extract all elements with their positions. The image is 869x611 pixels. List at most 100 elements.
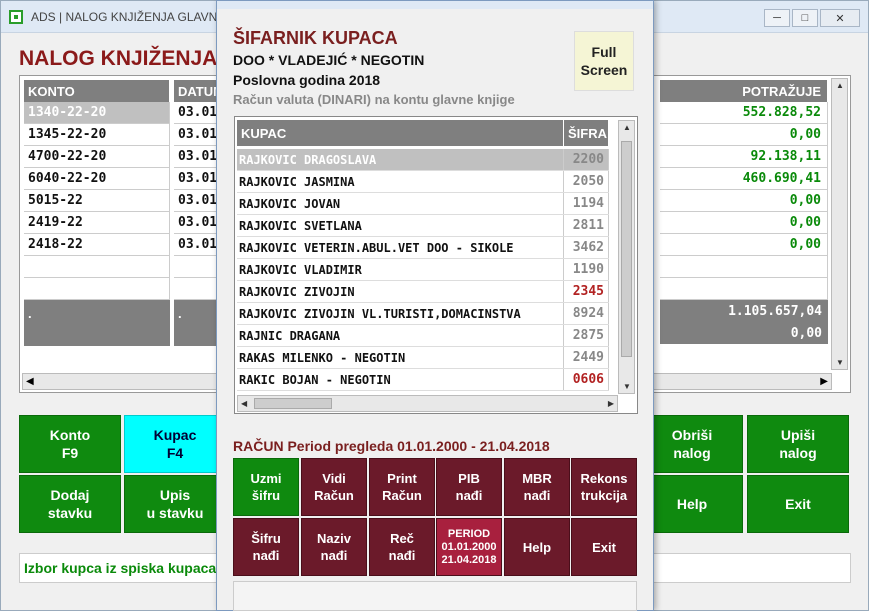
- dialog-help-button[interactable]: Help: [504, 518, 570, 576]
- customer-code: 3462: [564, 237, 609, 258]
- table-cell[interactable]: 0,00: [660, 234, 828, 256]
- list-item[interactable]: RAJKOVIC DRAGOSLAVA 2200: [237, 149, 609, 171]
- empty-row[interactable]: [24, 256, 170, 278]
- scroll-left-icon[interactable]: ◀: [241, 399, 247, 408]
- dodaj-stavku-button[interactable]: Dodaj stavku: [19, 475, 121, 533]
- kupac-header[interactable]: KUPAC: [237, 120, 564, 146]
- dialog-title: ŠIFARNIK KUPACA: [233, 28, 398, 48]
- table-row[interactable]: 1340-22-20: [24, 102, 170, 124]
- customer-code: 2875: [564, 325, 609, 346]
- customer-code: 2050: [564, 171, 609, 192]
- list-item[interactable]: RAKAS MILENKO - NEGOTIN 2449: [237, 347, 609, 369]
- empty-row[interactable]: [660, 278, 828, 300]
- minimize-icon[interactable]: ─: [764, 9, 790, 27]
- upisi-nalog-button[interactable]: Upiši nalog: [747, 415, 849, 473]
- full-screen-button[interactable]: Full Screen: [574, 31, 634, 91]
- list-item[interactable]: RAJNIC DRAGANA 2875: [237, 325, 609, 347]
- dialog-exit-button[interactable]: Exit: [571, 518, 637, 576]
- customer-code: 1190: [564, 259, 609, 280]
- scroll-up-icon[interactable]: ▲: [836, 81, 844, 90]
- upis-stavku-button[interactable]: Upis u stavku: [124, 475, 226, 533]
- customer-code: 2811: [564, 215, 609, 236]
- dialog-title-bar: [217, 1, 653, 9]
- print-racun-button[interactable]: Print Račun: [369, 458, 435, 516]
- window-controls: ─ □ ✕: [764, 9, 860, 27]
- customer-name: RAKIC BOJAN - NEGOTIN: [237, 369, 564, 390]
- customer-name: RAJKOVIC SVETLANA: [237, 215, 564, 236]
- table-cell[interactable]: 0,00: [660, 124, 828, 146]
- list-item[interactable]: RAJKOVIC VLADIMIR 1190: [237, 259, 609, 281]
- list-item[interactable]: RAJKOVIC SVETLANA 2811: [237, 215, 609, 237]
- customer-code: 1194: [564, 193, 609, 214]
- mbr-nadji-button[interactable]: MBR nađi: [504, 458, 570, 516]
- rec-nadji-button[interactable]: Reč nađi: [369, 518, 435, 576]
- customer-name: RAJKOVIC JOVAN: [237, 193, 564, 214]
- sifru-nadji-button[interactable]: Šifru nađi: [233, 518, 299, 576]
- table-row[interactable]: 2419-22: [24, 212, 170, 234]
- list-item[interactable]: RAJKOVIC VETERIN.ABUL.VET DOO - SIKOLE 3…: [237, 237, 609, 259]
- close-icon[interactable]: ✕: [820, 9, 860, 27]
- vidi-racun-button[interactable]: Vidi Račun: [301, 458, 367, 516]
- scroll-down-icon[interactable]: ▼: [836, 358, 844, 367]
- potrazuje-column: POTRAŽUJE 552.828,52 0,00 92.138,11 460.…: [660, 80, 828, 344]
- customer-code: 8924: [564, 303, 609, 324]
- list-horizontal-scrollbar[interactable]: ◀ ▶: [237, 395, 618, 412]
- fiscal-year: Poslovna godina 2018: [233, 72, 381, 88]
- page-title: NALOG KNJIŽENJA: [19, 47, 218, 70]
- rekonstrukcija-button[interactable]: Rekons trukcija: [571, 458, 637, 516]
- sifra-header[interactable]: ŠIFRA: [564, 120, 609, 146]
- scroll-right-icon[interactable]: ▶: [608, 399, 614, 408]
- table-cell[interactable]: 0,00: [660, 212, 828, 234]
- pib-nadji-button[interactable]: PIB nađi: [436, 458, 502, 516]
- customer-code: 2449: [564, 347, 609, 368]
- table-row[interactable]: 1345-22-20: [24, 124, 170, 146]
- exit-button[interactable]: Exit: [747, 475, 849, 533]
- customer-name: RAJKOVIC VETERIN.ABUL.VET DOO - SIKOLE: [237, 237, 564, 258]
- obrisi-nalog-button[interactable]: Obriši nalog: [641, 415, 743, 473]
- scroll-down-icon[interactable]: ▼: [623, 382, 631, 391]
- table-cell[interactable]: 552.828,52: [660, 102, 828, 124]
- dialog-status-bar: [233, 581, 637, 611]
- scroll-thumb[interactable]: [254, 398, 332, 409]
- list-vertical-scrollbar[interactable]: ▲ ▼: [618, 120, 635, 394]
- company-name: DOO * VLADEJIĆ * NEGOTIN: [233, 52, 425, 68]
- customer-code: 2345: [564, 281, 609, 302]
- kupac-button[interactable]: Kupac F4: [124, 415, 226, 473]
- potrazuje-header[interactable]: POTRAŽUJE: [660, 80, 828, 102]
- konto-header[interactable]: KONTO: [24, 80, 170, 102]
- table-cell[interactable]: 460.690,41: [660, 168, 828, 190]
- maximize-icon[interactable]: □: [792, 9, 818, 27]
- table-cell[interactable]: 92.138,11: [660, 146, 828, 168]
- list-item[interactable]: RAJKOVIC ZIVOJIN 2345: [237, 281, 609, 303]
- konto-button[interactable]: Konto F9: [19, 415, 121, 473]
- list-item[interactable]: RAJKOVIC ZIVOJIN VL.TURISTI,DOMACINSTVA …: [237, 303, 609, 325]
- uzmi-sifru-button[interactable]: Uzmi šifru: [233, 458, 299, 516]
- empty-row[interactable]: [660, 256, 828, 278]
- scroll-up-icon[interactable]: ▲: [623, 123, 631, 132]
- list-item[interactable]: RAJKOVIC JASMINA 2050: [237, 171, 609, 193]
- customer-code: 0606: [564, 369, 609, 390]
- naziv-nadji-button[interactable]: Naziv nađi: [301, 518, 367, 576]
- table-cell[interactable]: 0,00: [660, 190, 828, 212]
- customer-name: RAJKOVIC ZIVOJIN VL.TURISTI,DOMACINSTVA: [237, 303, 564, 324]
- period-button[interactable]: PERIOD 01.01.2000 21.04.2018: [436, 518, 502, 576]
- list-item[interactable]: RAJKOVIC JOVAN 1194: [237, 193, 609, 215]
- customer-name: RAJKOVIC JASMINA: [237, 171, 564, 192]
- period-label: RAČUN Period pregleda 01.01.2000 - 21.04…: [233, 438, 550, 454]
- customer-name: RAJKOVIC DRAGOSLAVA: [237, 149, 564, 170]
- konto-column: KONTO 1340-22-20 1345-22-20 4700-22-20 6…: [24, 80, 170, 346]
- scroll-right-icon[interactable]: ▶: [820, 376, 828, 387]
- customer-code: 2200: [564, 149, 609, 170]
- vertical-scrollbar[interactable]: ▲ ▼: [831, 78, 848, 370]
- help-button[interactable]: Help: [641, 475, 743, 533]
- table-row[interactable]: 4700-22-20: [24, 146, 170, 168]
- table-row[interactable]: 5015-22: [24, 190, 170, 212]
- scroll-thumb[interactable]: [621, 141, 632, 357]
- table-row[interactable]: 6040-22-20: [24, 168, 170, 190]
- list-header: KUPAC ŠIFRA: [237, 120, 609, 146]
- empty-row[interactable]: [24, 278, 170, 300]
- list-item[interactable]: RAKIC BOJAN - NEGOTIN 0606: [237, 369, 609, 391]
- scroll-left-icon[interactable]: ◀: [26, 376, 34, 387]
- customer-list: KUPAC ŠIFRA RAJKOVIC DRAGOSLAVA 2200 RAJ…: [234, 116, 638, 414]
- table-row[interactable]: 2418-22: [24, 234, 170, 256]
